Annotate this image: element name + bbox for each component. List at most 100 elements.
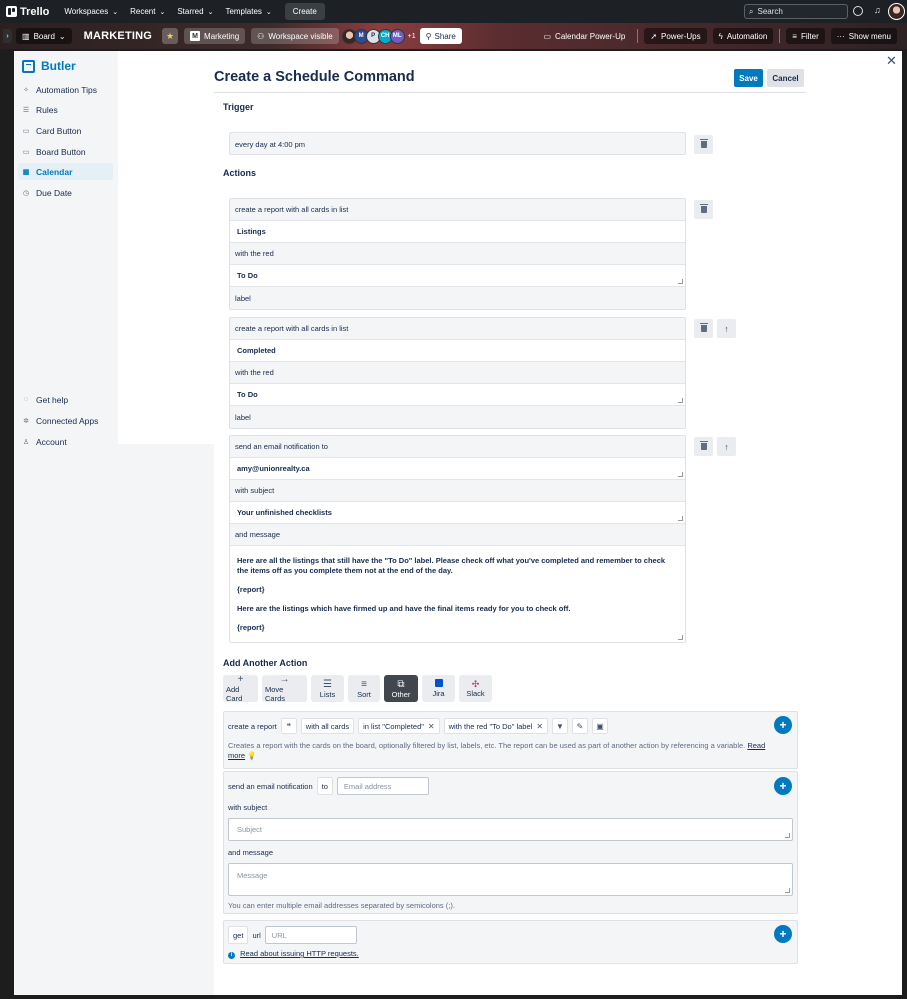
- sidebar-item-board-button[interactable]: ▭ Board Button: [18, 143, 113, 160]
- list-filter-chip[interactable]: in list "Completed" ✕: [358, 718, 440, 734]
- board-view-icon: ▥: [22, 31, 30, 41]
- sidebar-item-connected-apps[interactable]: ✲ Connected Apps: [18, 412, 113, 429]
- delete-action-button[interactable]: [694, 200, 713, 219]
- move-up-button[interactable]: ↑: [717, 437, 736, 456]
- cancel-button[interactable]: Cancel: [767, 69, 804, 87]
- chip-label: with all cards: [305, 721, 350, 731]
- tab-jira[interactable]: Jira: [422, 675, 455, 702]
- http-help-link[interactable]: Read about issuing HTTP requests.: [240, 949, 359, 958]
- board-header: › ▥ Board ⌄ MARKETING ★ M Marketing ⚇ Wo…: [0, 23, 907, 49]
- cards-filter-chip[interactable]: with all cards: [300, 718, 355, 734]
- tab-lists[interactable]: ☰ Lists: [311, 675, 344, 702]
- rules-icon: ☰: [22, 106, 30, 114]
- user-avatar[interactable]: [888, 3, 905, 20]
- sidebar-item-label: Card Button: [36, 125, 82, 136]
- tab-slack[interactable]: ✣ Slack: [459, 675, 492, 702]
- label-filter-chip[interactable]: with the red "To Do" label ✕: [443, 718, 549, 734]
- board-title[interactable]: MARKETING: [84, 30, 152, 42]
- show-menu-button[interactable]: ··· Show menu: [830, 28, 897, 44]
- butler-header: Butler: [22, 59, 76, 73]
- http-method-select[interactable]: get: [228, 926, 249, 944]
- sort-icon: ≡: [361, 678, 367, 690]
- subject-value-field[interactable]: Your unfinished checklists: [230, 502, 685, 524]
- share-button[interactable]: ⚲ Share: [419, 28, 462, 44]
- visibility-button[interactable]: ⚇ Workspace visible: [251, 28, 339, 44]
- delete-action-button[interactable]: [694, 437, 713, 456]
- action-text: create a report with all cards in list: [230, 318, 685, 340]
- quote-icon[interactable]: ❝: [280, 718, 297, 734]
- url-field[interactable]: URL: [264, 926, 357, 944]
- powerups-button[interactable]: ➚ Power-Ups: [644, 28, 707, 44]
- expand-sidebar-button[interactable]: ›: [3, 29, 12, 43]
- create-button[interactable]: Create: [284, 3, 325, 20]
- email-value-field[interactable]: amy@unionrealty.ca: [230, 458, 685, 480]
- close-icon[interactable]: ✕: [886, 53, 897, 69]
- label-value-field[interactable]: To Do: [230, 384, 685, 406]
- label-value-field[interactable]: To Do: [230, 265, 685, 287]
- sidebar-item-automation-tips[interactable]: ✧ Automation Tips: [18, 81, 113, 98]
- list-value-field[interactable]: Completed: [230, 340, 685, 362]
- search-placeholder: Search: [757, 7, 783, 16]
- workspace-button[interactable]: M Marketing: [184, 28, 246, 44]
- automation-button[interactable]: ϟ Automation: [712, 28, 774, 44]
- board-view-switcher[interactable]: ▥ Board ⌄: [16, 28, 72, 44]
- action-text: create a report with all cards in list: [230, 199, 685, 221]
- sidebar-item-account[interactable]: ♙ Account: [18, 433, 113, 450]
- edit-icon[interactable]: ✎: [572, 718, 589, 734]
- remove-icon[interactable]: ✕: [536, 722, 543, 731]
- delete-trigger-button[interactable]: [694, 135, 713, 154]
- email-field[interactable]: Email address: [336, 777, 429, 795]
- trello-logo-icon: [6, 6, 17, 17]
- starred-menu[interactable]: Starred ⌄: [172, 4, 218, 19]
- filter-button[interactable]: ≡ Filter: [786, 28, 825, 44]
- message-field[interactable]: Message: [228, 863, 793, 896]
- member-avatar[interactable]: ML: [389, 28, 405, 44]
- butler-icon: [22, 59, 35, 73]
- search-input[interactable]: ⌕ Search: [744, 4, 848, 19]
- move-up-button[interactable]: ↑: [717, 319, 736, 338]
- layout-icon[interactable]: ▣: [592, 718, 609, 734]
- recent-menu[interactable]: Recent ⌄: [125, 4, 170, 19]
- tab-move-cards[interactable]: → Move Cards: [262, 674, 307, 703]
- add-report-action-button[interactable]: +: [774, 716, 792, 734]
- more-members-count[interactable]: +1: [408, 33, 416, 40]
- info-icon[interactable]: [853, 6, 863, 16]
- tab-sort[interactable]: ≡ Sort: [348, 675, 380, 702]
- tab-label: Sort: [357, 689, 371, 699]
- sidebar-item-get-help[interactable]: ◌ Get help: [18, 391, 113, 408]
- message-label: and message: [228, 848, 274, 857]
- sidebar-item-card-button[interactable]: ▭ Card Button: [18, 122, 113, 139]
- message-value-field[interactable]: Here are all the listings that still hav…: [230, 546, 685, 642]
- trigger-box[interactable]: every day at 4:00 pm: [229, 132, 686, 155]
- report-description: Creates a report with the cards on the b…: [228, 741, 768, 761]
- sidebar-item-calendar[interactable]: ▦ Calendar: [18, 163, 113, 180]
- report-prefix: create a report: [228, 721, 277, 731]
- delete-action-button[interactable]: [694, 319, 713, 338]
- templates-menu[interactable]: Templates ⌄: [220, 4, 276, 19]
- sidebar-item-rules[interactable]: ☰ Rules: [18, 101, 113, 118]
- notifications-bell-icon[interactable]: ♫: [874, 5, 881, 15]
- trello-logo[interactable]: Trello: [6, 6, 49, 18]
- sidebar-item-label: Connected Apps: [36, 415, 99, 426]
- tab-add-card[interactable]: + Add Card: [223, 674, 258, 703]
- lightbulb-icon: 💡: [247, 751, 257, 760]
- save-button[interactable]: Save: [734, 69, 763, 87]
- add-email-action-button[interactable]: +: [774, 777, 792, 795]
- filter-icon[interactable]: ▼: [552, 718, 569, 734]
- list-value-field[interactable]: Listings: [230, 221, 685, 243]
- star-board-button[interactable]: ★: [162, 28, 179, 44]
- add-http-action-button[interactable]: +: [774, 925, 792, 943]
- remove-icon[interactable]: ✕: [428, 722, 435, 731]
- tab-other[interactable]: ⧉ Other: [384, 675, 418, 702]
- calendar-powerup-button[interactable]: ▭ Calendar Power-Up: [537, 28, 631, 44]
- calendar-icon: ▭: [543, 31, 552, 41]
- chevron-down-icon: ⌄: [58, 31, 66, 41]
- sidebar-item-due-date[interactable]: ◷ Due Date: [18, 184, 113, 201]
- placeholder-text: Subject: [237, 825, 263, 834]
- sidebar-item-label: Rules: [36, 104, 58, 115]
- subject-field[interactable]: Subject: [228, 818, 793, 841]
- report-action-card: create a report ❝ with all cards in list…: [223, 711, 798, 769]
- rocket-icon: ➚: [650, 31, 658, 41]
- workspaces-menu[interactable]: Workspaces ⌄: [59, 4, 123, 19]
- recipient-type-select[interactable]: to: [316, 777, 333, 795]
